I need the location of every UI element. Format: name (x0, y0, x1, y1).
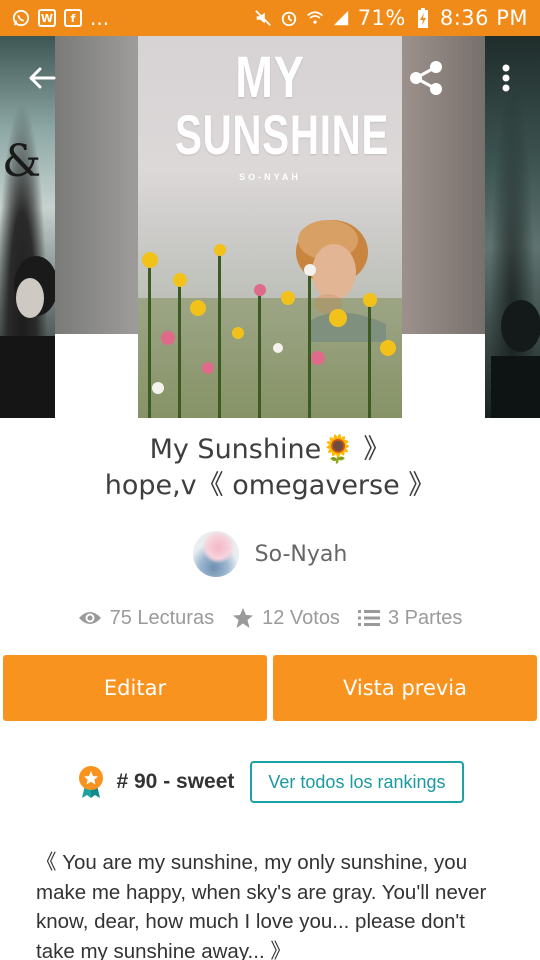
story-stats: 75 Lecturas 12 Votos 3 Partes (0, 600, 540, 636)
preview-button[interactable]: Vista previa (273, 655, 537, 721)
view-all-rankings-button[interactable]: Ver todos los rankings (250, 761, 464, 803)
story-title-line2: hope,v《 omegaverse 》 (104, 470, 436, 501)
share-icon (410, 61, 442, 95)
list-icon (357, 610, 380, 626)
story-description: 《 You are my sunshine, my only sunshine,… (36, 851, 487, 960)
author-row[interactable]: So-Nyah (0, 530, 540, 578)
reads-stat: 75 Lecturas (78, 606, 215, 630)
wattpad-icon: W (38, 9, 56, 27)
mute-icon (254, 9, 272, 27)
parts-count: 3 Partes (387, 606, 463, 629)
ampersand-graphic: & (2, 136, 42, 187)
battery-charging-icon (414, 8, 432, 28)
wifi-icon (306, 9, 324, 27)
cover-title-line1: MY (235, 45, 305, 110)
story-title-line1: My Sunshine🌻 》 (149, 434, 391, 465)
more-vertical-icon (502, 64, 510, 92)
reads-count: 75 Lecturas (109, 606, 215, 629)
parts-stat: 3 Partes (357, 606, 463, 630)
status-bar-right: 71% 8:36 PM (254, 6, 528, 30)
eye-icon (78, 612, 101, 624)
ranking-medal-icon (79, 766, 104, 798)
status-bar-left: W f ... (12, 8, 109, 28)
votes-stat: 12 Votos (232, 607, 340, 630)
story-title: My Sunshine🌻 》 hope,v《 omegaverse 》 (0, 432, 540, 504)
arrow-left-icon (29, 67, 56, 89)
portrait-graphic (491, 300, 540, 418)
cover-author: SO-NYAH (239, 172, 301, 182)
author-avatar[interactable] (192, 531, 239, 577)
author-name[interactable]: So-Nyah (255, 542, 348, 567)
edit-button[interactable]: Editar (3, 655, 267, 721)
cover-carousel[interactable]: & MY SUNSHINE SO-NYAH (0, 36, 540, 418)
signal-icon (332, 9, 350, 27)
more-notifications-icon: ... (90, 6, 110, 30)
clock: 8:36 PM (439, 6, 528, 30)
facebook-icon: f (64, 9, 82, 27)
more-options-button[interactable] (486, 56, 526, 100)
ranking-label: # 90 - sweet (116, 770, 235, 793)
ranking-row: # 90 - sweet Ver todos los rankings (0, 760, 540, 804)
portrait-graphic (0, 256, 55, 418)
votes-count: 12 Votos (262, 606, 340, 629)
alarm-icon (280, 9, 298, 27)
back-button[interactable] (20, 56, 64, 100)
flowers-graphic (138, 244, 402, 418)
status-bar: W f ... 71% 8:36 PM (0, 0, 540, 36)
star-icon (233, 608, 254, 628)
cover-title-line2: SUNSHINE (174, 103, 390, 166)
share-button[interactable] (402, 54, 450, 102)
whatsapp-icon (12, 9, 30, 27)
battery-percent: 71% (357, 6, 406, 30)
story-cover-image[interactable]: MY SUNSHINE SO-NYAH (138, 36, 402, 418)
